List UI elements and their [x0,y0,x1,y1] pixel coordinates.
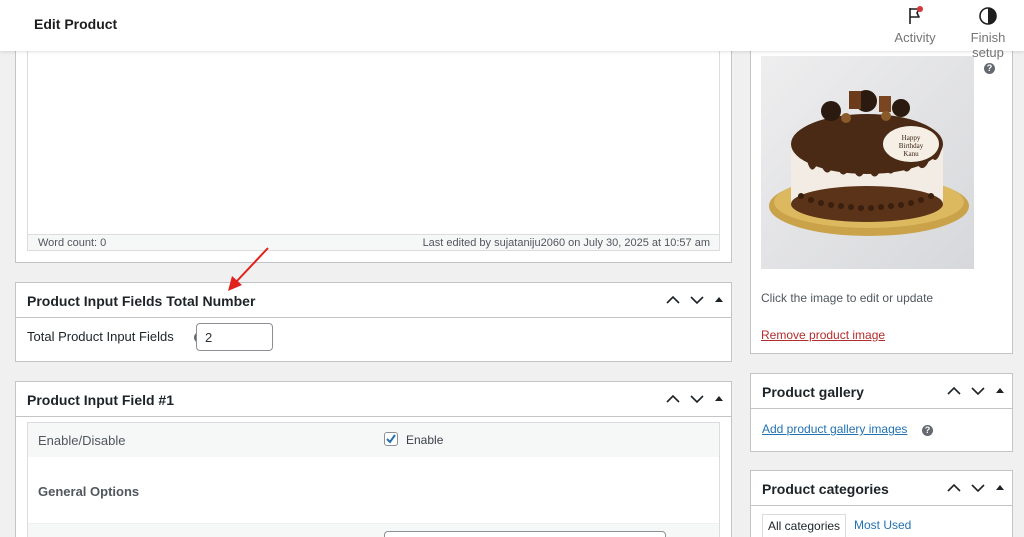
general-options-heading: General Options [38,484,140,499]
add-gallery-images-link[interactable]: Add product gallery images [762,422,907,436]
checkmark-icon [386,434,396,444]
chevron-up-icon[interactable] [946,383,962,399]
field-box-title: Product Input Field #1 [27,392,175,408]
tab-most-used[interactable]: Most Used [854,518,911,532]
chevron-down-icon[interactable] [689,292,705,308]
chevron-down-icon[interactable] [970,383,986,399]
total-fields-input[interactable] [196,323,273,351]
product-categories-box: Product categories All categories Most U… [750,470,1013,537]
box-controls [665,391,725,407]
field-settings-table: Enable/Disable Enable General Options [27,422,720,537]
chevron-up-icon[interactable] [665,292,681,308]
finish-setup-label: Finish setup [970,30,1006,60]
image-help-text: Click the image to edit or update [761,291,934,305]
last-edited: Last edited by sujataniju2060 on July 30… [422,237,710,249]
svg-text:Birthday: Birthday [899,142,924,150]
total-box-header: Product Input Fields Total Number [16,283,731,318]
flag-icon [909,6,923,24]
collapse-triangle-icon[interactable] [713,292,725,308]
description-editor[interactable]: Word count: 0 Last edited by sujataniju2… [27,51,720,251]
field-box-header: Product Input Field #1 [16,382,731,417]
product-image[interactable]: Happy Birthday Kanu [761,56,974,269]
total-fields-label: Total Product Input Fields [27,329,174,344]
activity-button[interactable]: Activity [893,5,937,45]
editor-status-bar: Word count: 0 Last edited by sujataniju2… [28,234,719,250]
box-controls [665,292,725,308]
enable-row: Enable/Disable Enable [28,423,719,457]
page-title: Edit Product [34,16,118,32]
finish-setup-button[interactable]: Finish setup [955,5,1021,60]
half-circle-icon [979,7,997,25]
tab-all-categories[interactable]: All categories [762,514,847,537]
description-editor-box: Word count: 0 Last edited by sujataniju2… [15,51,732,263]
categories-title: Product categories [762,481,889,497]
box-controls [946,480,1006,496]
input-field-1-box: Product Input Field #1 Enable/Disable En… [15,381,732,537]
product-gallery-box: Product gallery Add product gallery imag… [750,373,1013,452]
collapse-triangle-icon[interactable] [994,383,1006,399]
option-row [28,523,719,537]
chevron-down-icon[interactable] [970,480,986,496]
option-input[interactable] [384,531,666,537]
collapse-triangle-icon[interactable] [713,391,725,407]
enable-checkbox-label: Enable [406,433,444,447]
help-icon[interactable]: ? [984,63,995,74]
chevron-down-icon[interactable] [689,391,705,407]
enable-disable-label: Enable/Disable [38,433,126,448]
product-image-box: Happy Birthday Kanu ? Click the image to… [750,51,1013,354]
remove-image-link[interactable]: Remove product image [761,328,885,342]
cake-image: Happy Birthday Kanu [761,56,974,269]
enable-checkbox[interactable] [384,432,398,446]
activity-label: Activity [894,30,936,45]
chevron-up-icon[interactable] [946,480,962,496]
gallery-header: Product gallery [751,374,1012,409]
help-icon[interactable]: ? [922,425,933,436]
collapse-triangle-icon[interactable] [994,480,1006,496]
box-controls [946,383,1006,399]
svg-text:Happy: Happy [902,134,921,142]
word-count: Word count: 0 [38,237,107,249]
chevron-up-icon[interactable] [665,391,681,407]
total-input-fields-box: Product Input Fields Total Number Total … [15,282,732,362]
gallery-title: Product gallery [762,384,864,400]
svg-text:Kanu: Kanu [903,150,919,158]
total-box-title: Product Input Fields Total Number [27,293,256,309]
top-bar: Edit Product Activity Finish setup [0,0,1024,60]
categories-header: Product categories [751,471,1012,506]
